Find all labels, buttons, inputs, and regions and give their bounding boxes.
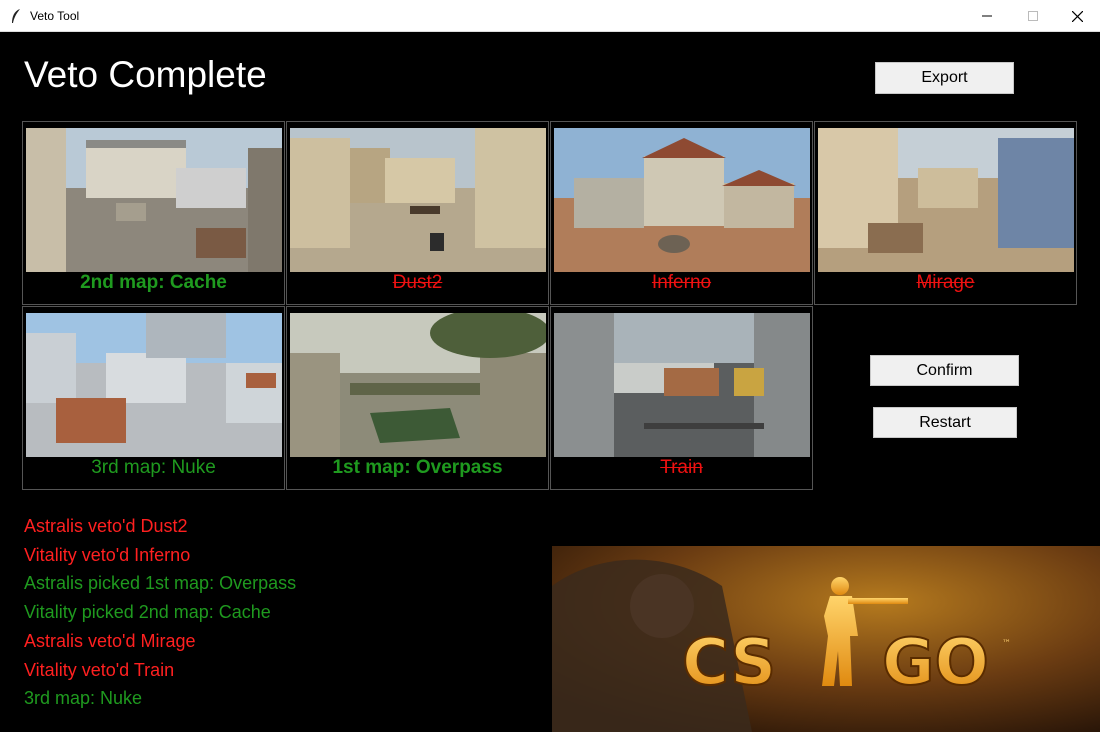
map-tile-train[interactable]: Train — [550, 306, 813, 490]
map-label: Mirage — [916, 272, 975, 293]
minimize-icon — [982, 15, 992, 17]
log-line: Astralis veto'd Dust2 — [24, 516, 188, 536]
inferno-map-image — [554, 128, 810, 272]
map-tile-nuke[interactable]: 3rd map: Nuke — [22, 306, 285, 490]
csgo-banner-image: CS GO ™ — [552, 546, 1100, 732]
map-tile-mirage[interactable]: Mirage — [814, 121, 1077, 305]
svg-text:GO: GO — [882, 626, 989, 700]
restart-button[interactable]: Restart — [873, 407, 1017, 438]
maximize-button[interactable] — [1010, 0, 1056, 32]
log-line: Vitality veto'd Train — [24, 659, 175, 680]
map-label: Inferno — [651, 272, 712, 293]
mirage-map-image — [818, 128, 1074, 272]
log-line: Vitality picked 2nd map: Cache — [24, 602, 271, 623]
maximize-icon — [1028, 11, 1038, 21]
page-title: Veto Complete — [24, 54, 267, 95]
feather-icon — [12, 9, 20, 23]
map-tile-overpass[interactable]: 1st map: Overpass — [286, 306, 549, 490]
overpass-map-image — [290, 313, 546, 457]
map-label: 3rd map: Nuke — [91, 457, 216, 478]
train-map-image — [554, 313, 810, 457]
map-label: Dust2 — [392, 272, 443, 293]
log-line: 3rd map: Nuke — [24, 688, 143, 709]
close-icon — [1071, 10, 1083, 22]
log-line: Astralis picked 1st map: Overpass — [24, 573, 297, 594]
export-button[interactable]: Export — [875, 62, 1014, 94]
map-label: Train — [660, 457, 703, 478]
log-line: Vitality veto'd Inferno — [24, 544, 191, 565]
cache-map-image — [26, 128, 282, 272]
dust2-map-image — [290, 128, 546, 272]
map-tile-dust2[interactable]: Dust2 — [286, 121, 549, 305]
window-title: Veto Tool — [30, 9, 80, 23]
trademark-mark: ™ — [1002, 639, 1011, 649]
nuke-map-image — [26, 313, 282, 457]
log-line: Astralis veto'd Mirage — [24, 630, 196, 651]
window-titlebar: Veto Tool — [0, 0, 1100, 32]
map-tile-inferno[interactable]: Inferno — [550, 121, 813, 305]
svg-text:CS: CS — [682, 626, 776, 700]
minimize-button[interactable] — [964, 0, 1010, 32]
veto-log: Astralis veto'd Dust2 Vitality veto'd In… — [24, 512, 296, 713]
map-label: 1st map: Overpass — [332, 457, 503, 478]
map-tile-cache[interactable]: 2nd map: Cache — [22, 121, 285, 305]
close-button[interactable] — [1054, 0, 1100, 32]
confirm-button[interactable]: Confirm — [870, 355, 1019, 386]
map-label: 2nd map: Cache — [80, 272, 227, 293]
